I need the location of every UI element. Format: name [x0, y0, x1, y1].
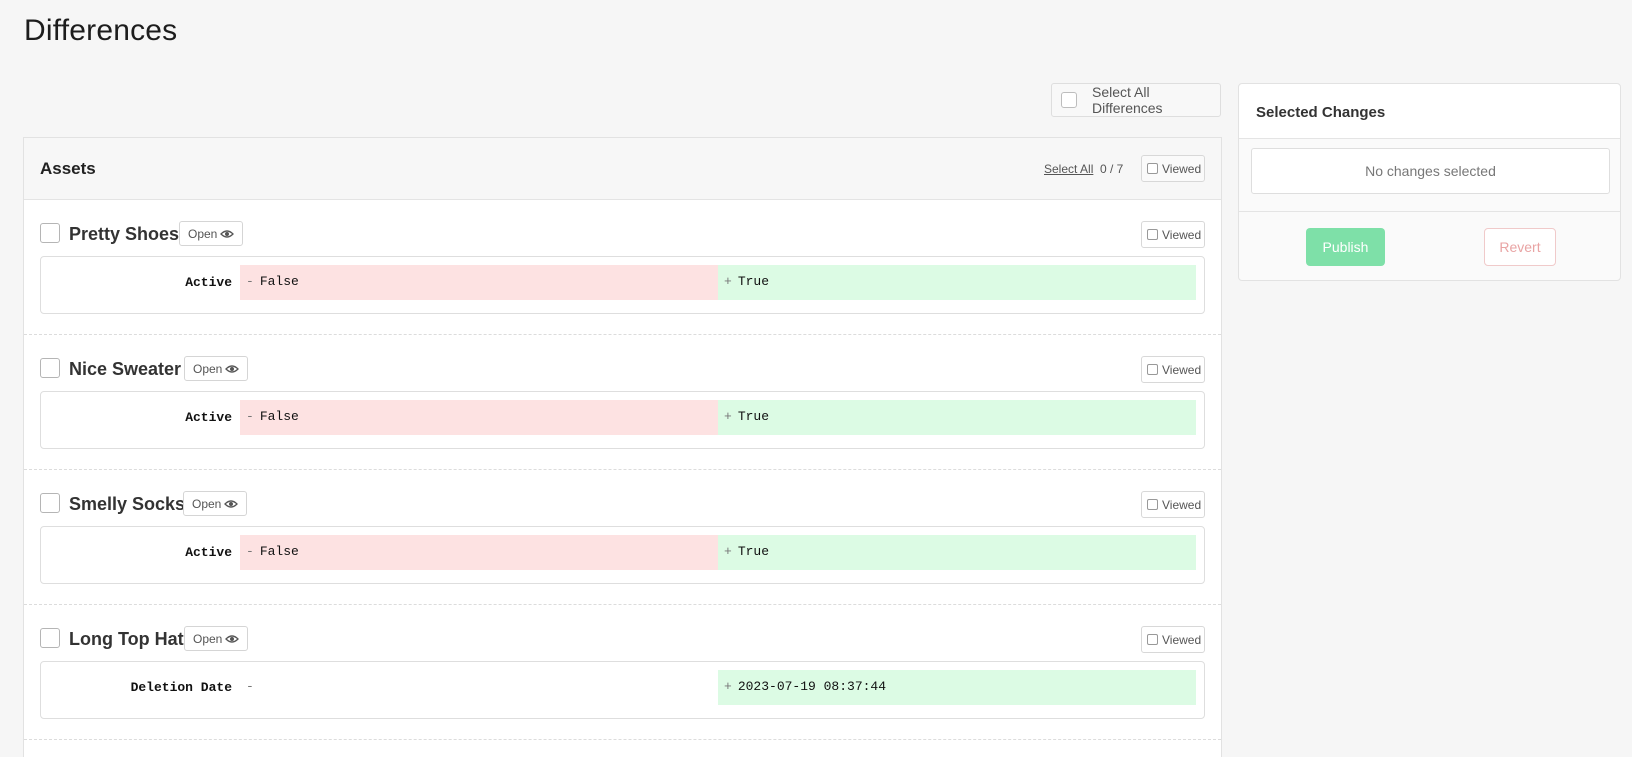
asset-viewed-checkbox[interactable]: [1147, 229, 1158, 240]
publish-button[interactable]: Publish: [1306, 228, 1385, 266]
diff-new-value: +2023-07-19 08:37:44: [718, 670, 1196, 705]
viewed-label: Viewed: [1162, 161, 1202, 176]
viewed-label: Viewed: [1162, 497, 1202, 512]
open-label: Open: [192, 496, 222, 511]
assets-viewed-toggle[interactable]: Viewed: [1141, 155, 1205, 182]
revert-button[interactable]: Revert: [1484, 228, 1556, 266]
added-sign: +: [724, 544, 732, 559]
added-sign: +: [724, 409, 732, 424]
asset-item-smelly-socks: Smelly Socks Open Viewed Active - False +…: [24, 470, 1221, 605]
asset-viewed-checkbox[interactable]: [1147, 364, 1158, 375]
diff-field-name: Active: [185, 410, 232, 425]
open-button[interactable]: Open: [183, 491, 248, 516]
open-label: Open: [193, 631, 223, 646]
asset-item-long-top-hat: Long Top Hat Open Viewed Deletion Date -…: [24, 605, 1221, 740]
removed-sign: -: [246, 274, 254, 289]
new-value-text: 2023-07-19 08:37:44: [737, 679, 887, 694]
viewed-label: Viewed: [1162, 227, 1202, 242]
diff-new-value: + True: [718, 535, 1196, 570]
asset-name: Nice Sweater: [69, 359, 182, 379]
diff-new-value: + True: [718, 400, 1196, 435]
diff-field-name: Active: [185, 545, 232, 560]
no-changes-message: No changes selected: [1251, 148, 1610, 194]
viewed-label: Viewed: [1162, 362, 1202, 377]
diff-box: Active - False + True: [40, 526, 1205, 584]
select-all-differences-toggle[interactable]: Select All Differences: [1051, 83, 1221, 117]
asset-select-checkbox[interactable]: [40, 223, 60, 243]
asset-name: Pretty Shoes: [69, 224, 180, 244]
new-value-text: True: [737, 274, 770, 289]
diff-box: Deletion Date - +2023-07-19 08:37:44: [40, 661, 1205, 719]
diff-box: Active - False + True: [40, 256, 1205, 314]
open-button[interactable]: Open: [179, 221, 244, 246]
assets-select-all-link[interactable]: Select All: [1044, 162, 1093, 176]
added-sign: +: [724, 679, 732, 694]
asset-viewed-toggle[interactable]: Viewed: [1141, 221, 1205, 248]
open-label: Open: [193, 361, 223, 376]
assets-header: Assets Select All 0 / 7 Viewed: [24, 138, 1221, 200]
asset-select-checkbox[interactable]: [40, 628, 60, 648]
select-all-differences-checkbox[interactable]: [1061, 92, 1077, 108]
eye-icon: [225, 634, 240, 644]
page-title: Differences: [24, 14, 178, 47]
old-value-text: False: [259, 274, 299, 289]
open-button[interactable]: Open: [184, 356, 249, 381]
assets-panel: Assets Select All 0 / 7 Viewed Pretty Sh…: [23, 137, 1222, 757]
divider: [1239, 211, 1620, 212]
eye-icon: [220, 229, 235, 239]
selected-changes-panel: Selected Changes No changes selected Pub…: [1238, 83, 1621, 281]
assets-title: Assets: [40, 159, 96, 178]
asset-name: Long Top Hat: [69, 629, 184, 649]
diff-new-value: + True: [718, 265, 1196, 300]
removed-sign: -: [246, 544, 254, 559]
asset-select-checkbox[interactable]: [40, 358, 60, 378]
new-value-text: True: [737, 409, 770, 424]
select-all-differences-label: Select All Differences: [1092, 84, 1163, 116]
asset-item-pretty-shoes: Pretty Shoes Open Viewed Active - False +…: [24, 200, 1221, 335]
diff-old-value: - False: [240, 265, 718, 300]
asset-select-checkbox[interactable]: [40, 493, 60, 513]
asset-viewed-toggle[interactable]: Viewed: [1141, 626, 1205, 653]
diff-field-name: Active: [185, 275, 232, 290]
old-value-text: False: [259, 409, 299, 424]
asset-item-nice-sweater: Nice Sweater Open Viewed Active - False +…: [24, 335, 1221, 470]
asset-name: Smelly Socks: [69, 494, 186, 514]
diff-old-value: - False: [240, 535, 718, 570]
asset-viewed-checkbox[interactable]: [1147, 634, 1158, 645]
asset-viewed-toggle[interactable]: Viewed: [1141, 356, 1205, 383]
viewed-label: Viewed: [1162, 632, 1202, 647]
old-value-text: False: [259, 544, 299, 559]
eye-icon: [225, 364, 240, 374]
open-label: Open: [188, 226, 218, 241]
removed-sign: -: [246, 679, 254, 694]
diff-box: Active - False + True: [40, 391, 1205, 449]
removed-sign: -: [246, 409, 254, 424]
added-sign: +: [724, 274, 732, 289]
new-value-text: True: [737, 544, 770, 559]
diff-old-value: -: [240, 670, 718, 705]
assets-viewed-checkbox[interactable]: [1147, 163, 1158, 174]
diff-old-value: - False: [240, 400, 718, 435]
diff-field-name: Deletion Date: [130, 680, 232, 695]
eye-icon: [224, 499, 239, 509]
open-button[interactable]: Open: [184, 626, 249, 651]
selected-changes-title: Selected Changes: [1256, 104, 1386, 121]
asset-viewed-checkbox[interactable]: [1147, 499, 1158, 510]
asset-viewed-toggle[interactable]: Viewed: [1141, 491, 1205, 518]
assets-count: 0 / 7: [1100, 162, 1124, 176]
selected-changes-header: Selected Changes: [1239, 84, 1620, 139]
